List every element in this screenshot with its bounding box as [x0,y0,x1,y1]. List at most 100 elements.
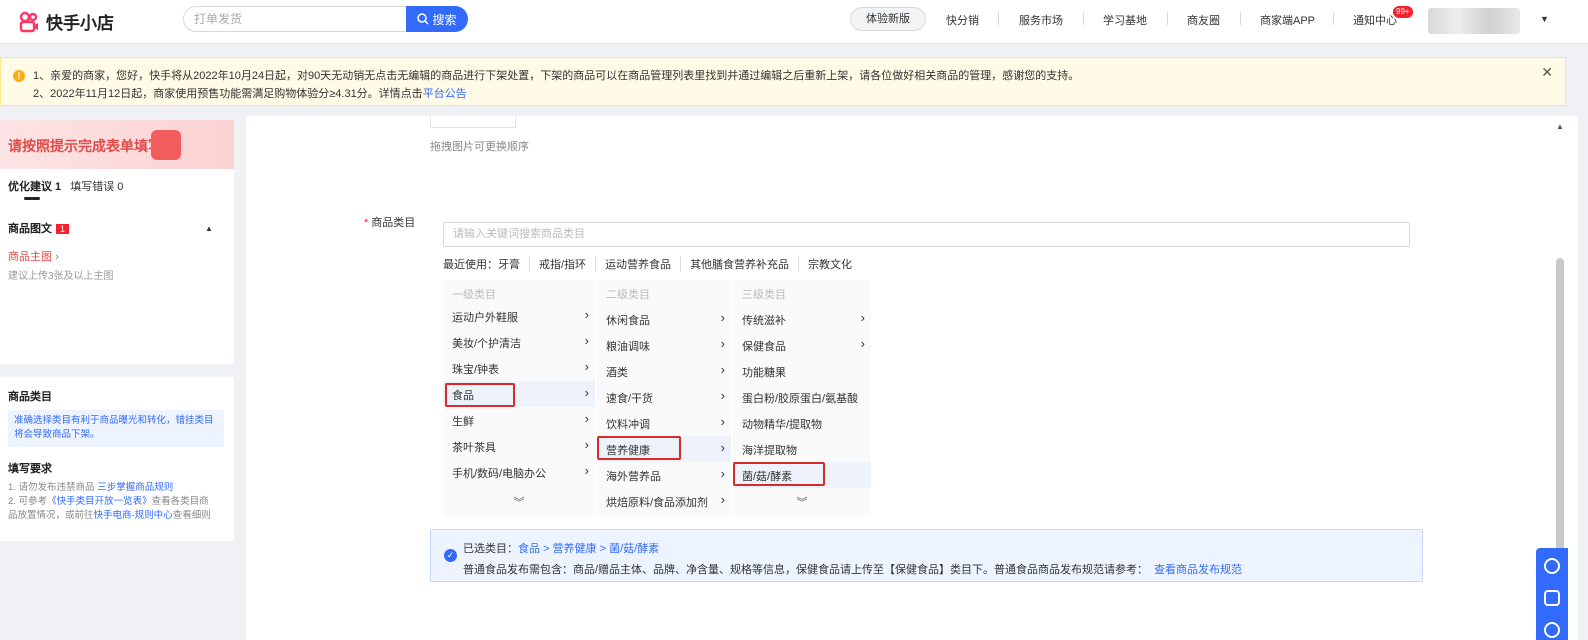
category-item-label: 传统滋补 [742,315,786,327]
category-help-title: 商品类目 [8,391,52,403]
notice-line-1: 1、亲爱的商家，您好，快手将从2022年10月24日起，对90天无动销无点击无编… [33,70,1080,82]
chevron-right-icon: › [860,336,865,351]
category-item[interactable]: 传统滋补 › [733,306,871,332]
account-dropdown-icon[interactable]: ▼ [1540,14,1549,24]
scroll-up-icon[interactable]: ▲ [1556,122,1564,131]
recent-item[interactable]: 戒指/指环 [530,256,597,272]
category-item[interactable]: 动物精华/提取物 [733,410,871,436]
logo[interactable]: 快手小店 [18,9,114,34]
scroll-more-icon[interactable]: ︾ [733,494,871,510]
recent-item[interactable]: 宗教文化 [799,256,861,272]
category-item[interactable]: 美妆/个护清洁 › [443,329,595,355]
category-item[interactable]: 休闲食品 › [597,306,731,332]
category-item[interactable]: 生鲜 › [443,407,595,433]
form-guide-panel: 请按照提示完成表单填写 优化建议 1 填写错误 0 商品图文 1 ▲ 商品主图 ›… [0,120,234,364]
category-item[interactable]: 海洋提取物 [733,436,871,462]
nav-item-notifications[interactable]: 通知中心 [1353,12,1397,28]
chevron-right-icon: › [720,362,725,377]
search-button[interactable]: 搜索 [406,6,468,32]
chevron-right-icon: › [720,336,725,351]
selected-category-note: 普通食品发布需包含：商品/赠品主体、品牌、净含量、规格等信息，保健食品请上传至【… [463,564,1149,576]
recent-item[interactable]: 牙膏 [498,256,530,272]
scrollbar-thumb[interactable] [1556,258,1564,568]
active-tab-indicator [24,197,40,200]
nav-item-merchant-app[interactable]: 商家端APP [1260,12,1315,28]
column-header: 二级类目 [606,289,650,301]
highlight-box [597,436,681,460]
category-search-input[interactable]: 请输入关键词搜索商品类目 [443,222,1410,247]
category-item[interactable]: 烘焙原料/食品添加剂 › [597,488,731,514]
collapse-icon[interactable]: ▲ [205,224,213,233]
chevron-right-icon: › [584,411,589,426]
main-image-link[interactable]: 商品主图 › [8,248,59,264]
category-item[interactable]: 蛋白粉/胶原蛋白/氨基酸 [733,384,871,410]
chevron-right-icon: › [584,385,589,400]
requirements-title: 填写要求 [8,463,52,475]
search-input[interactable]: 打单发货 [183,6,407,32]
category-item-label: 功能糖果 [742,367,786,379]
selected-category-summary: ✓ 已选类目：食品 > 营养健康 > 菌/菇/酵素 普通食品发布需包含：商品/赠… [430,529,1423,582]
image-upload-slot[interactable] [430,116,516,128]
feedback-icon[interactable] [1544,590,1560,606]
chevron-right-icon: › [584,437,589,452]
tab-optimize[interactable]: 优化建议 1 [8,181,61,193]
requirement-line-3: 品放置情况，或前往快手电商-规则中心查看细则 [8,507,211,521]
platform-announcement-link[interactable]: 平台公告 [423,88,467,100]
customer-service-icon[interactable] [1544,558,1560,574]
drag-hint: 拖拽图片可更换顺序 [430,141,529,153]
selected-category-path[interactable]: 食品 > 营养健康 > 菌/菇/酵素 [518,543,659,555]
category-item[interactable]: 速食/干货 › [597,384,731,410]
category-level-1-column: 一级类目 运动户外鞋服 › 美妆/个护清洁 › 珠宝/钟表 › 食品 › 生鲜 › 茶叶茶… [443,280,595,516]
category-item[interactable]: 饮料冲调 › [597,410,731,436]
recent-item[interactable]: 运动营养食品 [596,256,682,272]
product-rules-link[interactable]: 三步掌握商品规则 [97,482,173,493]
category-item[interactable]: 海外营养品 › [597,462,731,488]
category-item-label: 运动户外鞋服 [452,312,518,324]
try-new-version-button[interactable]: 体验新版 [850,7,926,31]
category-item-label: 生鲜 [452,416,474,428]
close-icon[interactable]: ✕ [1541,64,1553,81]
nav-separator [1240,13,1241,25]
nav-item-learning[interactable]: 学习基地 [1103,12,1147,28]
publish-rules-link[interactable]: 查看商品发布规范 [1154,564,1242,576]
help-icon[interactable] [1544,622,1560,638]
category-item[interactable]: 手机/数码/电脑办公 › [443,459,595,485]
notice-line-2: 2、2022年11月12日起，商家使用预售功能需满足购物体验分≥4.31分。详情… [33,85,467,101]
chevron-right-icon: › [720,466,725,481]
scroll-more-icon[interactable]: ︾ [443,494,595,510]
category-item[interactable]: 茶叶茶具 › [443,433,595,459]
category-item[interactable]: 粮油调味 › [597,332,731,358]
account-avatar[interactable] [1428,8,1520,34]
requirement-text: 品放置情况，或前往 [8,510,94,521]
nav-item-service-market[interactable]: 服务市场 [1019,12,1063,28]
category-item-label: 烘焙原料/食品添加剂 [606,497,709,509]
nav-item-distribution[interactable]: 快分销 [946,12,979,28]
section-title-product-media[interactable]: 商品图文 1 [8,220,214,236]
column-header: 一级类目 [452,289,496,301]
tab-errors[interactable]: 填写错误 0 [70,181,123,193]
kuaishou-logo-icon [19,11,38,32]
guide-banner: 请按照提示完成表单填写 [0,120,234,169]
category-level-2-column: 二级类目 休闲食品 › 粮油调味 › 酒类 › 速食/干货 › 饮料冲调 › 营养健康 › … [597,280,731,516]
required-mark: * [364,217,369,229]
category-item-label: 酒类 [606,367,628,379]
rules-center-link[interactable]: 快手电商-规则中心 [94,510,173,521]
category-item[interactable]: 酒类 › [597,358,731,384]
category-item-label: 饮料冲调 [606,419,650,431]
category-item-label: 粮油调味 [606,341,650,353]
category-field-label: * 商品类目 [364,214,415,230]
category-item[interactable]: 运动户外鞋服 › [443,303,595,329]
nav-separator [998,13,999,25]
recent-item[interactable]: 其他膳食营养补充品 [681,256,800,272]
requirement-line-2: 2. 可参考《快手类目开放一览表》查看各类目商 [8,493,209,507]
chevron-right-icon: › [55,251,59,263]
category-item[interactable]: 保健食品 › [733,332,871,358]
requirement-text: 1. 请勿发布违禁商品 [8,482,95,493]
notification-badge: 99+ [1393,6,1413,18]
category-item[interactable]: 珠宝/钟表 › [443,355,595,381]
category-item[interactable]: 功能糖果 [733,358,871,384]
category-list-link[interactable]: 《快手类目开放一览表》 [47,496,152,507]
requirement-text: 2. 可参考 [8,496,48,507]
nav-item-merchant-circle[interactable]: 商友圈 [1187,12,1220,28]
check-circle-icon: ✓ [444,549,457,562]
